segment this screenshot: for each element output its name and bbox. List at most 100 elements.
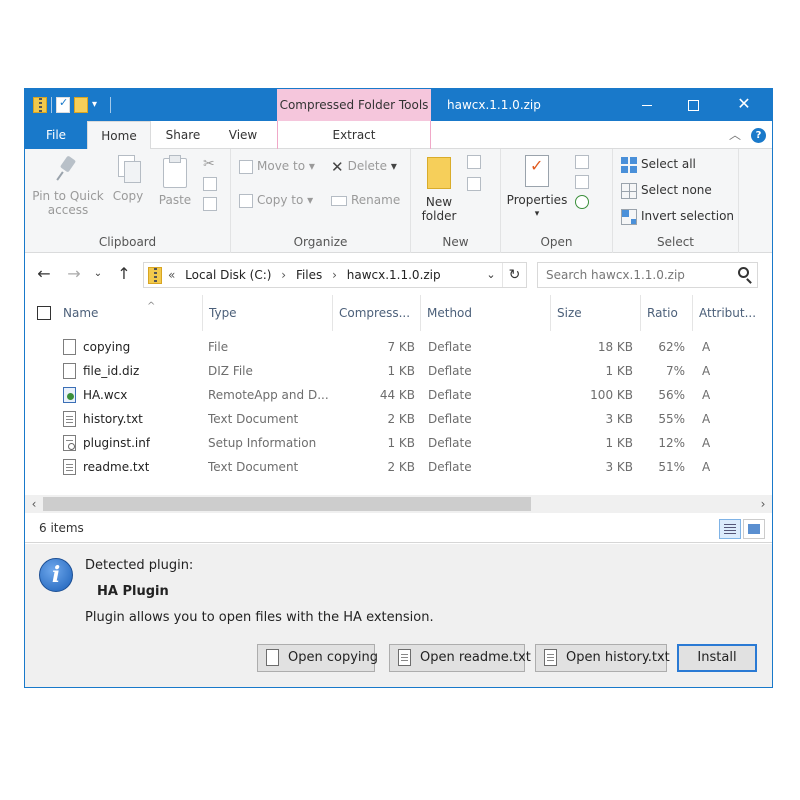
history-icon[interactable]	[575, 195, 589, 209]
scroll-left-icon[interactable]: ‹	[25, 495, 43, 513]
select-all-button[interactable]: Select all	[621, 153, 696, 175]
tab-file[interactable]: File	[25, 121, 87, 149]
copy-button[interactable]: Copy	[109, 155, 147, 203]
file-list: ^ Name Type Compress... Method Size Rati…	[25, 295, 772, 485]
delete-button[interactable]: ✕ Delete ▾	[331, 155, 397, 177]
move-to-label: Move to	[257, 159, 306, 173]
toolbar-separator	[110, 97, 111, 113]
breadcrumb-separator-icon[interactable]: ›	[332, 268, 337, 282]
maximize-button[interactable]	[670, 89, 716, 121]
table-row[interactable]: history.txt Text Document 2 KB Deflate 3…	[25, 407, 772, 431]
details-view-icon[interactable]	[719, 519, 741, 539]
new-item-icon[interactable]	[467, 155, 481, 169]
file-ratio: 55%	[658, 412, 685, 426]
search-placeholder: Search hawcx.1.1.0.zip	[546, 268, 685, 282]
collapse-ribbon-icon[interactable]: ︿	[729, 121, 741, 149]
navigation-bar: ← → ⌄ ↑ « Local Disk (C:) › Files › hawc…	[25, 261, 772, 289]
breadcrumb-separator-icon[interactable]: ›	[281, 268, 286, 282]
column-header-name[interactable]: ^ Name	[57, 295, 203, 331]
search-box[interactable]: Search hawcx.1.1.0.zip	[537, 262, 758, 288]
column-header-compressed[interactable]: Compress...	[333, 295, 421, 331]
breadcrumb-files[interactable]: Files	[296, 268, 322, 282]
open-history-button[interactable]: Open history.txt	[535, 644, 670, 672]
ribbon-tabs: File Home Share View Extract ︿ ?	[25, 121, 772, 150]
ribbon: Pin to Quick access Copy Paste ✂ Clipboa…	[25, 149, 772, 253]
invert-selection-button[interactable]: Invert selection	[621, 205, 734, 227]
column-header-ratio[interactable]: Ratio	[641, 295, 693, 331]
text-file-icon	[63, 411, 76, 427]
properties-button[interactable]: Properties ▾	[505, 155, 569, 221]
table-row[interactable]: file_id.diz DIZ File 1 KB Deflate 1 KB 7…	[25, 359, 772, 383]
breadcrumb-zip[interactable]: hawcx.1.1.0.zip	[347, 268, 441, 282]
open-icon[interactable]	[575, 155, 589, 169]
breadcrumb-overflow[interactable]: «	[168, 268, 175, 282]
text-file-icon	[63, 459, 76, 475]
rename-icon	[331, 195, 347, 206]
paste-button[interactable]: Paste	[155, 155, 195, 207]
file-name: readme.txt	[83, 460, 150, 474]
tab-home[interactable]: Home	[87, 121, 151, 150]
column-header-size[interactable]: Size	[551, 295, 641, 331]
horizontal-scrollbar[interactable]: ‹ ›	[25, 495, 772, 513]
copy-to-button[interactable]: Copy to ▾	[239, 189, 313, 211]
open-copying-button[interactable]: Open copying	[257, 644, 378, 672]
select-none-button[interactable]: Select none	[621, 179, 712, 201]
tab-extract[interactable]: Extract	[277, 121, 431, 149]
column-header-method[interactable]: Method	[421, 295, 551, 331]
file-name: HA.wcx	[83, 388, 128, 402]
file-type: DIZ File	[208, 364, 253, 378]
large-icons-view-icon[interactable]	[743, 519, 765, 539]
table-row[interactable]: copying File 7 KB Deflate 18 KB 62% A	[25, 335, 772, 359]
search-icon	[738, 267, 749, 278]
open-readme-button[interactable]: Open readme.txt	[389, 644, 531, 672]
forward-arrow-icon[interactable]: →	[63, 263, 85, 285]
table-row[interactable]: HA.wcx RemoteApp and D... 44 KB Deflate …	[25, 383, 772, 407]
setup-file-icon	[63, 435, 76, 451]
new-folder-label: New folder	[421, 195, 457, 223]
rename-button[interactable]: Rename	[331, 189, 400, 211]
pin-to-quick-access-button[interactable]: Pin to Quick access	[31, 155, 105, 217]
easy-access-icon[interactable]	[467, 177, 481, 191]
column-header-attributes[interactable]: Attribut...	[693, 295, 772, 331]
plugin-name: HA Plugin	[97, 584, 169, 599]
help-icon[interactable]: ?	[751, 128, 766, 143]
back-arrow-icon[interactable]: ←	[33, 263, 55, 285]
tab-share[interactable]: Share	[153, 121, 213, 149]
scroll-right-icon[interactable]: ›	[754, 495, 772, 513]
table-row[interactable]: pluginst.inf Setup Information 1 KB Defl…	[25, 431, 772, 455]
pin-label: Pin to Quick access	[32, 189, 104, 217]
clipboard-group-label: Clipboard	[98, 235, 157, 249]
remoteapp-file-icon	[63, 387, 76, 403]
recent-locations-chevron-icon[interactable]: ⌄	[87, 263, 109, 285]
rename-label: Rename	[351, 193, 401, 207]
address-dropdown-icon[interactable]: ⌄	[482, 263, 500, 287]
minimize-button[interactable]	[624, 89, 670, 121]
new-folder-qat-icon[interactable]	[74, 97, 88, 113]
file-compressed-size: 7 KB	[387, 340, 415, 354]
copy-path-icon[interactable]	[203, 177, 217, 191]
install-button[interactable]: Install	[677, 644, 757, 672]
move-to-icon	[239, 159, 253, 174]
open-small-actions	[575, 155, 589, 209]
breadcrumb-local-disk[interactable]: Local Disk (C:)	[185, 268, 271, 282]
tab-view[interactable]: View	[215, 121, 271, 149]
move-to-button[interactable]: Move to ▾	[239, 155, 315, 177]
quick-access-toolbar: ▾	[33, 96, 111, 114]
refresh-icon[interactable]: ↻	[502, 263, 526, 287]
up-arrow-icon[interactable]: ↑	[113, 263, 135, 285]
properties-qat-icon[interactable]	[56, 96, 70, 113]
scrollbar-thumb[interactable]	[43, 497, 531, 511]
paste-shortcut-icon[interactable]	[203, 197, 217, 211]
select-all-checkbox[interactable]	[37, 306, 51, 320]
new-folder-button[interactable]: New folder	[417, 155, 461, 223]
column-header-type[interactable]: Type	[203, 295, 333, 331]
cut-icon[interactable]: ✂	[203, 157, 217, 171]
paste-icon	[162, 155, 188, 188]
sort-ascending-icon: ^	[147, 301, 156, 312]
address-bar[interactable]: « Local Disk (C:) › Files › hawcx.1.1.0.…	[143, 262, 527, 288]
table-row[interactable]: readme.txt Text Document 2 KB Deflate 3 …	[25, 455, 772, 479]
edit-icon[interactable]	[575, 175, 589, 189]
customize-toolbar-dropdown-icon[interactable]: ▾	[92, 97, 106, 113]
close-button[interactable]: ✕	[721, 89, 767, 121]
paste-label: Paste	[158, 193, 192, 207]
